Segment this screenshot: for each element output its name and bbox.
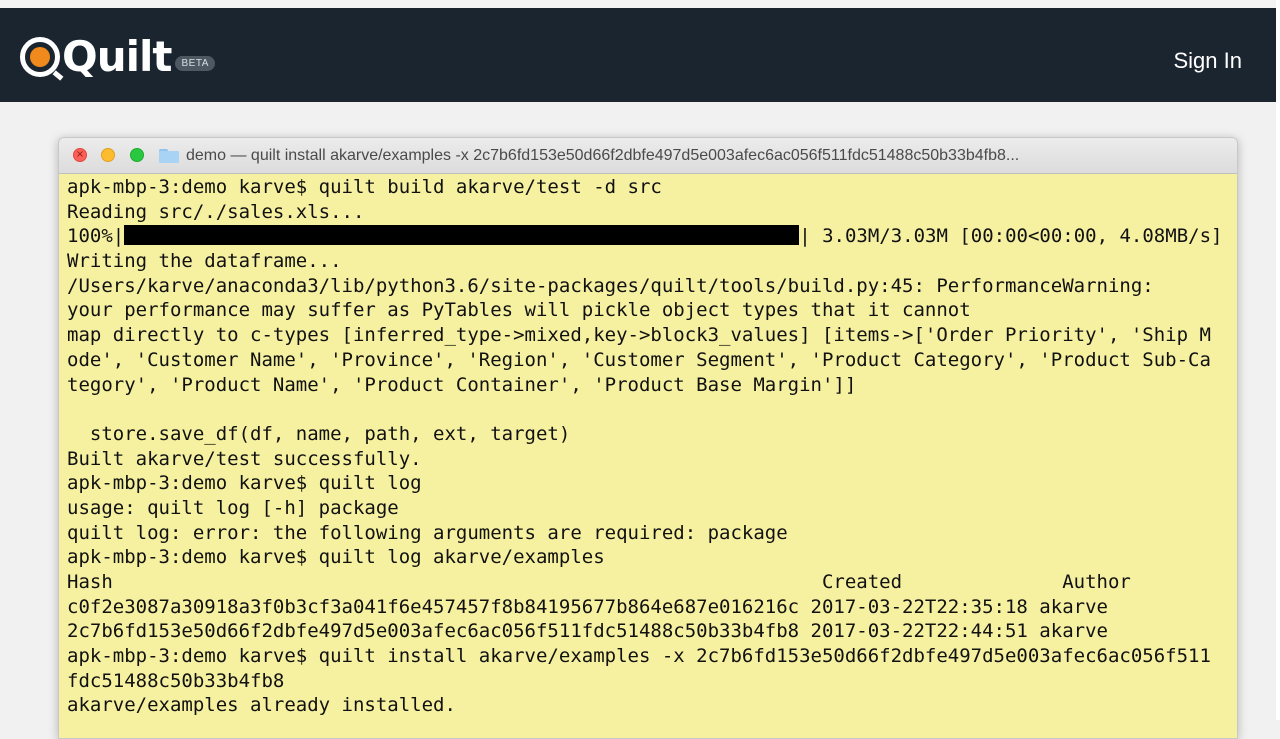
terminal-line: apk-mbp-3:demo karve$ quilt log [67,472,422,495]
close-window-button[interactable]: × [73,148,87,162]
folder-icon [159,149,179,163]
terminal-line: fdc51488c50b33b4fb8 [67,669,285,692]
terminal-line: store.save_df(df, name, path, ext, targe… [67,422,571,445]
top-strip [0,0,1280,8]
progress-percent: 100%| [67,225,125,248]
terminal-window[interactable]: × demo — quilt install akarve/examples -… [58,137,1238,739]
progress-bar [124,225,800,246]
navbar: Quilt BETA Sign In [0,8,1280,102]
terminal-line: Writing the dataframe... [67,250,342,273]
terminal-line: usage: quilt log [-h] package [67,496,399,519]
minimize-window-button[interactable] [101,148,115,162]
terminal-line: apk-mbp-3:demo karve$ quilt install akar… [67,645,1211,668]
progress-line: 100%| | 3.03M/3.03M [00:00<00:00, 4.08MB/… [67,224,1229,249]
terminal-line: Built akarve/test successfully. [67,447,422,470]
terminal-line: apk-mbp-3:demo karve$ quilt log akarve/e… [67,546,605,569]
terminal-line: map directly to c-types [inferred_type->… [67,324,1211,347]
terminal-line: apk-mbp-3:demo karve$ quilt build akarve… [67,176,662,198]
close-icon: × [75,149,85,160]
window-title-bar[interactable]: × demo — quilt install akarve/examples -… [59,138,1237,174]
terminal-line: akarve/examples already installed. [67,694,456,717]
terminal-line: Reading src/./sales.xls... [67,200,365,223]
terminal-line: your performance may suffer as PyTables … [67,299,971,322]
zoom-window-button[interactable] [130,148,144,162]
window-title: demo — quilt install akarve/examples -x … [186,147,1020,164]
page-edge [1276,0,1280,720]
terminal-line: /Users/karve/anaconda3/lib/python3.6/sit… [67,274,1154,297]
terminal-line: tegory', 'Product Name', 'Product Contai… [67,373,857,396]
terminal-line: ode', 'Customer Name', 'Province', 'Regi… [67,348,1211,371]
progress-stats: | 3.03M/3.03M [00:00<00:00, 4.08MB/s] [799,225,1223,248]
quilt-logo[interactable]: Quilt BETA [20,32,215,82]
sign-in-link[interactable]: Sign In [1174,48,1243,74]
terminal-line: quilt log: error: the following argument… [67,521,788,544]
terminal-line: 2c7b6fd153e50d66f2dbfe497d5e003afec6ac05… [67,620,1108,643]
terminal-output[interactable]: apk-mbp-3:demo karve$ quilt build akarve… [67,175,1229,735]
terminal-line: c0f2e3087a30918a3f0b3cf3a041f6e457457f8b… [67,595,1108,618]
beta-badge: BETA [175,55,215,71]
terminal-line: Hash Created Author [67,571,1131,593]
quilt-logo-icon [20,37,64,81]
logo-text: Quilt [62,32,172,81]
